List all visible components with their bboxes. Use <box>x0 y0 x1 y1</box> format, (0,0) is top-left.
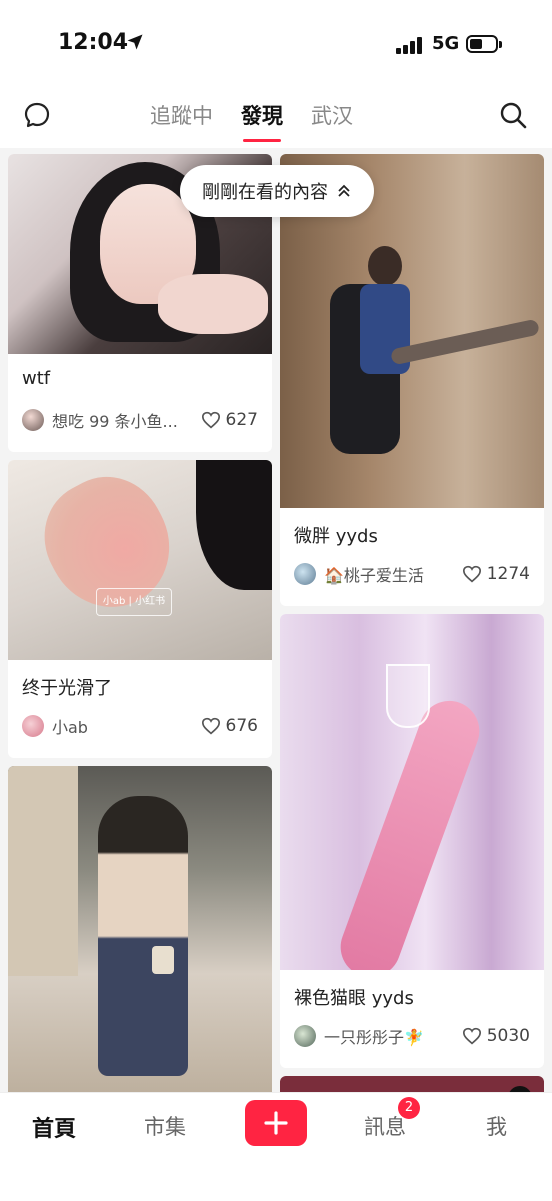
post-meta: 一只彤彤子🧚 5030 <box>280 1016 544 1068</box>
chat-bubble-icon[interactable] <box>22 100 52 130</box>
avatar[interactable] <box>22 409 44 431</box>
post-image: 小ab | 小红书 <box>8 460 272 660</box>
author-name[interactable]: 一只彤彤子🧚 <box>324 1024 462 1048</box>
tab-local[interactable]: 武汉 <box>311 100 353 130</box>
heart-icon <box>462 565 481 583</box>
post-title: 终于光滑了 <box>22 678 112 699</box>
cellular-signal-icon <box>396 36 422 54</box>
plus-icon <box>264 1111 288 1135</box>
feed-card[interactable]: 小ab | 小红书 终于光滑了 小ab 676 <box>8 460 272 758</box>
author-name[interactable]: 🏠桃子爱生活 <box>324 562 462 586</box>
post-meta: 🏠桃子爱生活 1274 <box>280 554 544 606</box>
notification-badge: 2 <box>398 1097 420 1119</box>
nav-market[interactable]: 市集 <box>144 1111 186 1141</box>
author-name[interactable]: 想吃 99 条小鱼... <box>52 408 201 432</box>
feed-column-right: 微胖 yyds 🏠桃子爱生活 1274 裸色猫眼 yyds 一只彤彤子🧚 503… <box>280 154 544 1118</box>
feed-card[interactable] <box>8 766 272 1112</box>
post-meta: 想吃 99 条小鱼... 627 <box>8 400 272 452</box>
battery-icon <box>466 35 502 53</box>
tab-discover[interactable]: 發現 <box>241 100 283 142</box>
bottom-nav: 首頁 市集 訊息 2 我 <box>0 1092 552 1201</box>
post-image <box>8 766 272 1112</box>
feed-tabs: 追蹤中 發現 武汉 <box>150 100 353 142</box>
heart-icon <box>201 717 220 735</box>
post-meta: 小ab 676 <box>8 706 272 758</box>
watermark: 小ab | 小红书 <box>96 588 172 616</box>
nav-me[interactable]: 我 <box>486 1111 507 1141</box>
author-name[interactable]: 小ab <box>52 714 201 738</box>
like-button[interactable]: 627 <box>201 410 258 430</box>
nav-home[interactable]: 首頁 <box>32 1111 76 1143</box>
post-title: 微胖 yyds <box>294 526 378 547</box>
tab-following[interactable]: 追蹤中 <box>150 100 213 130</box>
like-button[interactable]: 5030 <box>462 1026 530 1046</box>
like-count: 676 <box>225 716 258 736</box>
search-icon[interactable] <box>498 100 528 130</box>
avatar[interactable] <box>294 563 316 585</box>
status-bar: 12:04 5G <box>0 0 552 92</box>
chevron-up-icon <box>338 184 350 197</box>
nav-messages[interactable]: 訊息 <box>364 1111 406 1141</box>
like-button[interactable]: 1274 <box>462 564 530 584</box>
recently-viewed-button[interactable]: 剛剛在看的內容 <box>180 165 374 217</box>
like-button[interactable]: 676 <box>201 716 258 736</box>
heart-icon <box>462 1027 481 1045</box>
post-title: wtf <box>22 368 51 389</box>
status-time: 12:04 <box>58 30 129 55</box>
post-title: 裸色猫眼 yyds <box>294 988 414 1009</box>
network-type: 5G <box>432 33 460 54</box>
avatar[interactable] <box>22 715 44 737</box>
feed-card[interactable]: 裸色猫眼 yyds 一只彤彤子🧚 5030 <box>280 614 544 1068</box>
like-count: 5030 <box>486 1026 530 1046</box>
heart-icon <box>201 411 220 429</box>
location-arrow-icon <box>127 34 143 50</box>
recently-viewed-label: 剛剛在看的內容 <box>202 182 328 203</box>
like-count: 1274 <box>486 564 530 584</box>
post-image <box>280 614 544 970</box>
feed-card[interactable]: 微胖 yyds 🏠桃子爱生活 1274 <box>280 154 544 606</box>
feed-column-left: wtf 想吃 99 条小鱼... 627 小ab | 小红书 终于光滑了 小ab… <box>8 154 272 1120</box>
create-post-button[interactable] <box>245 1100 307 1146</box>
like-count: 627 <box>225 410 258 430</box>
avatar[interactable] <box>294 1025 316 1047</box>
top-nav: 追蹤中 發現 武汉 <box>0 92 552 148</box>
